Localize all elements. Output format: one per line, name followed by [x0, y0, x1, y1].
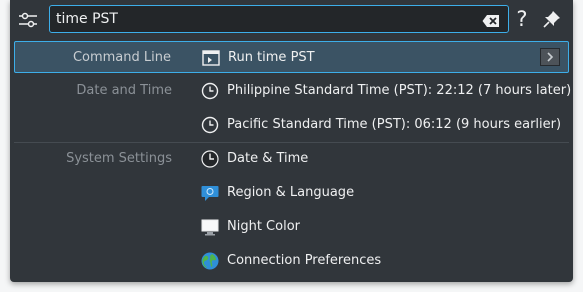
result-label: Region & Language — [227, 185, 355, 200]
result-label: Philippine Standard Time (PST): 22:12 (7… — [227, 83, 572, 98]
result-pacific-time[interactable]: Pacific Standard Time (PST): 06:12 (9 ho… — [14, 109, 569, 141]
clock-icon — [201, 82, 219, 100]
globe-icon — [201, 252, 219, 270]
result-label: Run time PST — [228, 50, 315, 65]
result-philippine-time[interactable]: Date and Time Philippine Standard Time (… — [14, 75, 572, 107]
result-date-time-settings[interactable]: System Settings Date & Time — [14, 143, 569, 175]
backspace-icon — [482, 15, 499, 27]
result-label: Date & Time — [227, 151, 309, 166]
search-input[interactable]: time PST — [49, 5, 509, 33]
clock-settings-icon — [201, 150, 219, 168]
clear-button[interactable] — [482, 13, 500, 27]
result-run-command[interactable]: Command Line Run time PST — [14, 41, 569, 73]
search-bar: time PST ? — [10, 0, 573, 40]
category-label: Date and Time — [76, 83, 172, 98]
configure-button[interactable] — [16, 8, 40, 32]
clock-icon — [201, 116, 219, 134]
result-label: Pacific Standard Time (PST): 06:12 (9 ho… — [227, 117, 562, 132]
help-button[interactable]: ? — [512, 6, 532, 32]
result-label: Night Color — [227, 219, 300, 234]
result-night-color[interactable]: Night Color — [14, 211, 569, 243]
krunner-window: time PST ? Command Line Run time PST Dat… — [10, 0, 573, 282]
search-input-value: time PST — [56, 11, 118, 27]
pin-button[interactable] — [542, 9, 562, 29]
run-action-button[interactable] — [540, 48, 560, 66]
terminal-icon — [202, 50, 220, 66]
result-region-language[interactable]: Region & Language — [14, 177, 569, 209]
pin-icon — [543, 11, 560, 28]
category-label: System Settings — [66, 151, 172, 166]
category-label: Command Line — [72, 50, 171, 65]
chevron-right-icon — [547, 52, 554, 62]
result-connection-preferences[interactable]: Connection Preferences — [14, 245, 569, 277]
sliders-icon — [19, 12, 37, 28]
result-label: Connection Preferences — [227, 253, 382, 268]
monitor-icon — [201, 219, 219, 236]
region-language-icon — [201, 186, 219, 201]
